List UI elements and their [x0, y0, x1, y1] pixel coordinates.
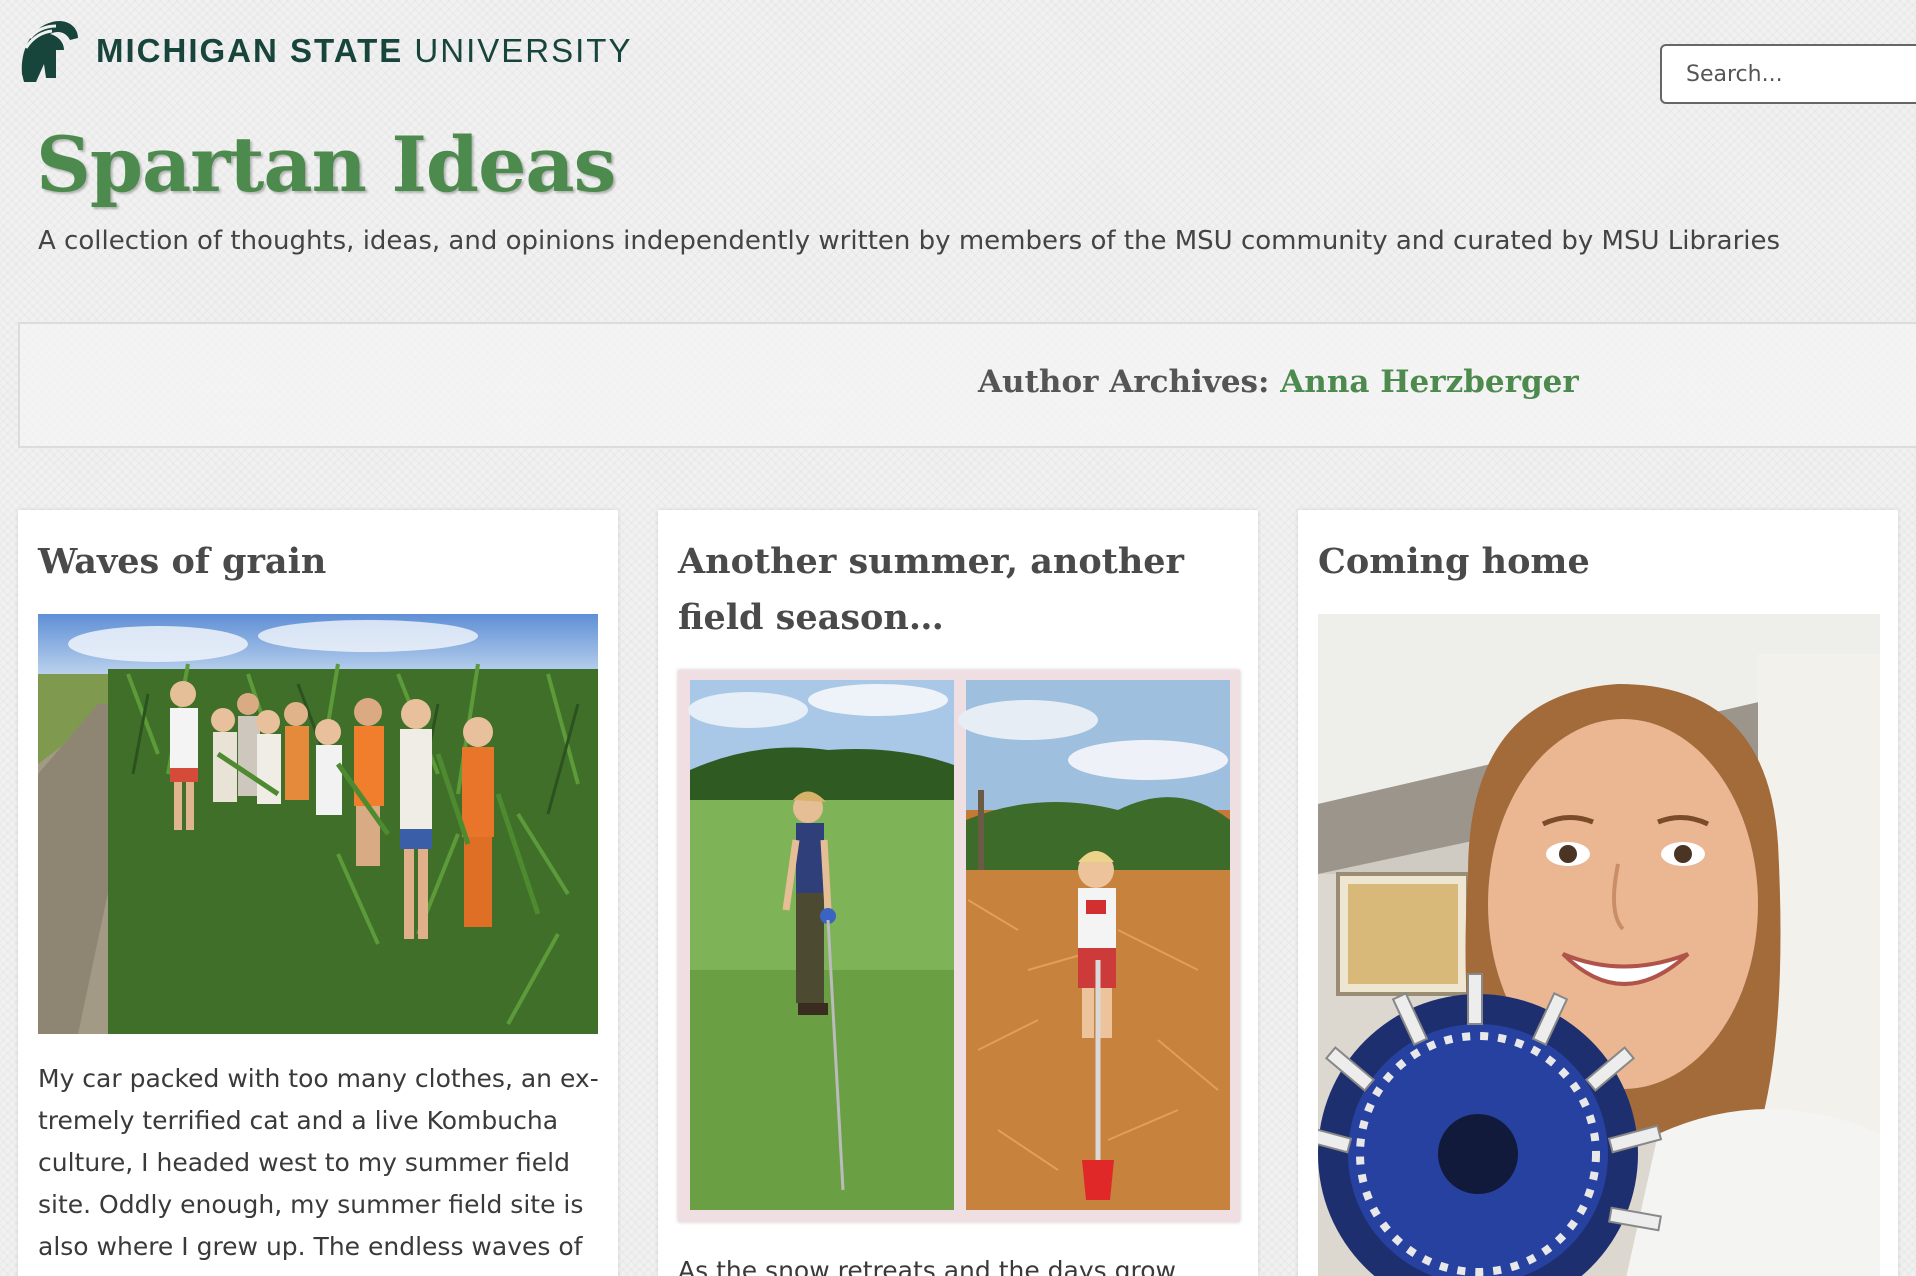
- msu-logo-link[interactable]: MICHIGAN STATE UNIVERSITY: [16, 16, 632, 86]
- post-excerpt: As the snow retreats and the days grow l…: [678, 1256, 1176, 1276]
- post-card: Waves of grain My car packed with too ma…: [18, 510, 618, 1276]
- post-excerpt: My car packed with too many clothes, an …: [38, 1064, 599, 1276]
- post-title[interactable]: Coming home: [1318, 534, 1878, 590]
- search-box: [1660, 44, 1916, 104]
- archive-label: Author Archives:: [978, 364, 1281, 400]
- post-thumbnail-corn-field[interactable]: [38, 614, 598, 1034]
- archive-title: Author Archives: Anna Herzberger: [978, 364, 1579, 400]
- post-thumbnail-field-season[interactable]: [678, 670, 1240, 1222]
- field-season-collage-photo: [678, 670, 1240, 1222]
- logo-light-text: UNIVERSITY: [403, 32, 633, 69]
- author-link[interactable]: Anna Herzberger: [1280, 364, 1578, 400]
- site-title[interactable]: Spartan Ideas: [36, 120, 616, 209]
- archive-header-box: [18, 322, 1916, 448]
- post-card: Another summer, another field season… As…: [658, 510, 1258, 1276]
- spartan-helmet-icon: [21, 20, 78, 83]
- post-title[interactable]: Another summer, another field season…: [678, 534, 1238, 646]
- selfie-photo: [1318, 614, 1880, 1276]
- site-description: A collection of thoughts, ideas, and opi…: [38, 226, 1781, 256]
- post-card: Coming home: [1298, 510, 1898, 1276]
- logo-bold-text: MICHIGAN STATE: [96, 32, 404, 69]
- msu-wordmark: MICHIGAN STATE UNIVERSITY: [96, 32, 632, 70]
- search-input[interactable]: [1662, 46, 1916, 102]
- page: MICHIGAN STATE UNIVERSITY Spartan Ideas …: [0, 0, 1916, 1276]
- post-thumbnail-coming-home[interactable]: [1318, 614, 1880, 1276]
- post-title[interactable]: Waves of grain: [38, 534, 598, 590]
- corn-field-photo: [38, 614, 598, 1034]
